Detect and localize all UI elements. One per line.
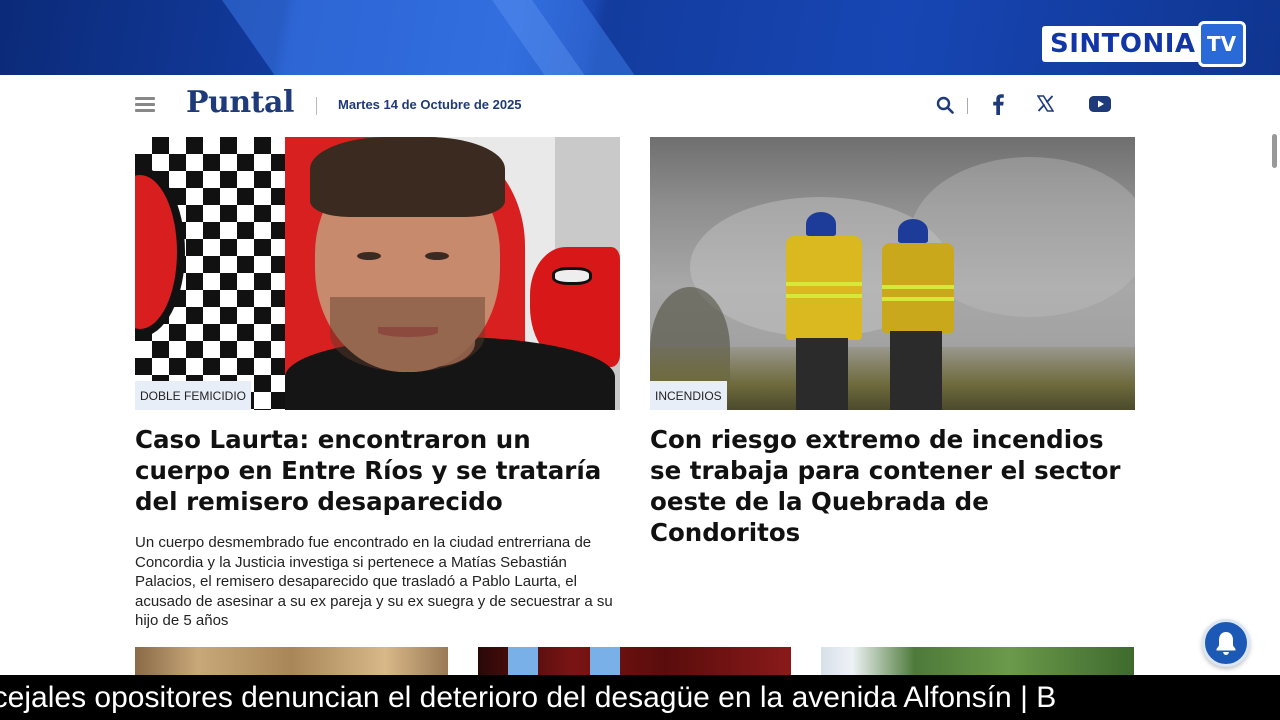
sintonia-tv-logo[interactable]: SINTONIA TV <box>1042 21 1246 67</box>
news-ticker[interactable]: ncejales opositores denuncian el deterio… <box>0 675 1280 720</box>
ticker-text[interactable]: ncejales opositores denuncian el deterio… <box>0 680 1056 716</box>
search-icon[interactable] <box>936 96 954 114</box>
facebook-icon[interactable] <box>990 93 1006 115</box>
site-header: Puntal Martes 14 de Octubre de 2025 <box>0 75 1280 135</box>
notification-bell-button[interactable] <box>1202 619 1250 667</box>
site-logo[interactable]: Puntal <box>186 85 294 120</box>
article-card[interactable]: INCENDIOS Con riesgo extremo de incendio… <box>650 137 1135 548</box>
article-headline[interactable]: Caso Laurta: encontraron un cuerpo en En… <box>135 424 620 517</box>
article-thumbnail[interactable] <box>135 647 448 675</box>
bell-icon <box>1216 632 1236 655</box>
article-card[interactable]: DOBLE FEMICIDIO Caso Laurta: encontraron… <box>135 137 620 631</box>
header-divider <box>967 98 968 114</box>
article-summary: Un cuerpo desmembrado fue encontrado en … <box>135 534 613 629</box>
article-thumbnail[interactable] <box>478 647 791 675</box>
top-banner: SINTONIA TV <box>0 0 1280 75</box>
header-divider <box>316 97 317 115</box>
article-photo[interactable]: INCENDIOS <box>650 137 1135 410</box>
tv-logo-badge: TV <box>1197 21 1246 67</box>
article-thumbnail[interactable] <box>821 647 1134 675</box>
article-photo[interactable]: DOBLE FEMICIDIO <box>135 137 620 410</box>
sintonia-logo-word: SINTONIA <box>1042 26 1202 62</box>
category-tag[interactable]: DOBLE FEMICIDIO <box>135 381 252 410</box>
category-tag[interactable]: INCENDIOS <box>650 381 727 410</box>
current-date: Martes 14 de Octubre de 2025 <box>338 97 522 112</box>
banner-stripe <box>207 0 653 75</box>
x-icon[interactable] <box>1037 95 1054 112</box>
article-headline[interactable]: Con riesgo extremo de incendios se traba… <box>650 424 1135 548</box>
scrollbar-thumb[interactable] <box>1272 134 1277 168</box>
youtube-icon[interactable] <box>1089 96 1111 112</box>
menu-icon[interactable] <box>135 97 155 113</box>
